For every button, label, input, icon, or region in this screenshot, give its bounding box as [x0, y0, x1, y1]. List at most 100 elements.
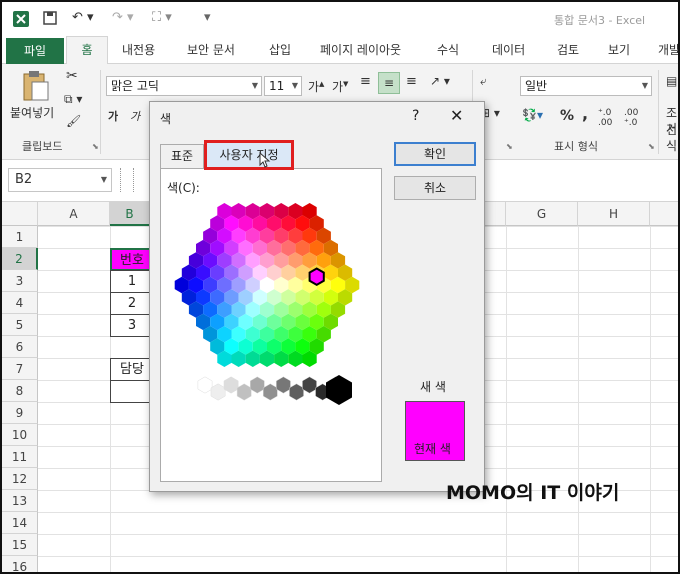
- gray-hex-cell[interactable]: [249, 376, 265, 394]
- window-title: 통합 문서3 - Excel: [554, 14, 646, 27]
- comma-button[interactable]: ,: [582, 104, 588, 123]
- row-header-12[interactable]: 12: [2, 468, 38, 490]
- increase-decimal-icon[interactable]: ⁺.0.00: [598, 108, 612, 128]
- column-header-b[interactable]: B: [110, 202, 150, 226]
- tab-custom[interactable]: 사용자 지정: [204, 140, 294, 170]
- row-header-13[interactable]: 13: [2, 490, 38, 512]
- select-all-corner[interactable]: [2, 202, 38, 226]
- close-icon[interactable]: ✕: [450, 106, 463, 125]
- column-header-a[interactable]: A: [38, 202, 110, 226]
- number-format-value: 일반: [525, 79, 548, 93]
- name-box-value: B2: [15, 172, 33, 187]
- conditional-format-icon[interactable]: ▤: [666, 74, 677, 88]
- chevron-down-icon: ▼: [641, 81, 648, 90]
- tab-home[interactable]: 홈: [66, 36, 108, 65]
- wrap-text-icon[interactable]: ⤶: [480, 74, 487, 89]
- row-header-6[interactable]: 6: [2, 336, 38, 358]
- gray-hex-cell[interactable]: [262, 383, 278, 401]
- format-painter-icon[interactable]: 🖌: [66, 114, 81, 128]
- italic-icon[interactable]: 가: [130, 108, 140, 124]
- formula-bar-splitter[interactable]: [120, 168, 134, 192]
- paste-button[interactable]: 붙여넣기: [10, 104, 54, 121]
- align-middle-icon[interactable]: ≡: [378, 72, 400, 94]
- cell-b8[interactable]: [110, 380, 154, 403]
- tab-sheet-custom[interactable]: 내전용: [122, 41, 155, 58]
- font-size-value: 11: [269, 79, 285, 93]
- row-header-8[interactable]: 8: [2, 380, 38, 402]
- redo-icon[interactable]: ↷ ▾: [112, 10, 134, 28]
- clipboard-launcher-icon[interactable]: ⬊: [92, 142, 99, 151]
- decrease-decimal-icon[interactable]: .00 ⁺.0: [624, 108, 638, 128]
- column-header-h[interactable]: H: [578, 202, 650, 226]
- save-icon[interactable]: [42, 10, 58, 28]
- row-header-5[interactable]: 5: [2, 314, 38, 336]
- gray-hex-cell[interactable]: [223, 376, 239, 394]
- cell-b2[interactable]: 번호: [110, 248, 154, 271]
- paste-icon[interactable]: [20, 70, 50, 105]
- cell-style-button[interactable]: 서식: [666, 120, 678, 154]
- tab-page-layout[interactable]: 페이지 레이아웃: [320, 41, 401, 58]
- number-launcher-icon[interactable]: ⬊: [648, 142, 655, 151]
- selected-color-hex[interactable]: [308, 267, 325, 287]
- grid-line: [506, 226, 507, 572]
- black-hex-cell[interactable]: [326, 375, 352, 405]
- column-header-g[interactable]: G: [506, 202, 578, 226]
- tab-insert[interactable]: 삽입: [269, 41, 291, 58]
- row-header-9[interactable]: 9: [2, 402, 38, 424]
- gray-hex-cell[interactable]: [197, 376, 213, 394]
- decrease-font-icon[interactable]: 가▼: [332, 78, 348, 95]
- alignment-launcher-icon[interactable]: ⬊: [506, 142, 513, 151]
- gray-hex-cell[interactable]: [302, 376, 317, 394]
- row-header-4[interactable]: 4: [2, 292, 38, 314]
- tab-developer[interactable]: 개발: [658, 41, 678, 58]
- current-color-label: 현재 색: [414, 442, 451, 456]
- orientation-icon[interactable]: ↗ ▾: [430, 74, 450, 88]
- tab-data[interactable]: 데이터: [492, 41, 525, 58]
- cell-b7[interactable]: 담당: [110, 358, 154, 381]
- gray-hex-cell[interactable]: [210, 383, 226, 401]
- font-size-select[interactable]: 11 ▼: [264, 76, 302, 96]
- number-format-select[interactable]: 일반 ▼: [520, 76, 652, 96]
- increase-font-icon[interactable]: 가▲: [308, 78, 324, 95]
- undo-icon[interactable]: ↶ ▾: [72, 10, 94, 28]
- cell-b3[interactable]: 1: [110, 270, 154, 293]
- cut-icon[interactable]: ✂: [66, 68, 78, 84]
- excel-window: ↶ ▾ ↷ ▾ ⛶ ▾ ▾ 통합 문서3 - Excel 파일 홈 내전용 보안…: [0, 0, 680, 574]
- currency-icon[interactable]: 💱▾: [522, 108, 543, 122]
- cell-b4[interactable]: 2: [110, 292, 154, 315]
- bold-icon[interactable]: 가: [108, 108, 118, 124]
- select-icon[interactable]: ⛶ ▾: [152, 10, 172, 28]
- column-header-next[interactable]: [650, 202, 678, 226]
- row-header-11[interactable]: 11: [2, 446, 38, 468]
- row-header-10[interactable]: 10: [2, 424, 38, 446]
- cell-b5[interactable]: 3: [110, 314, 154, 337]
- tab-review[interactable]: 검토: [557, 41, 579, 58]
- gray-hex-cell[interactable]: [236, 383, 252, 401]
- font-name-select[interactable]: 맑은 고딕 ▼: [106, 76, 262, 96]
- row-header-14[interactable]: 14: [2, 512, 38, 534]
- customize-quick-access-icon[interactable]: ▾: [204, 10, 211, 28]
- tab-view[interactable]: 보기: [608, 41, 630, 58]
- ok-button[interactable]: 확인: [394, 142, 476, 166]
- row-header-1[interactable]: 1: [2, 226, 38, 248]
- help-button[interactable]: ?: [412, 108, 419, 124]
- gray-hex-cell[interactable]: [289, 383, 304, 401]
- cancel-button[interactable]: 취소: [394, 176, 476, 200]
- row-header-2[interactable]: 2: [2, 248, 38, 270]
- align-top-icon[interactable]: ≡: [360, 74, 371, 89]
- tab-standard[interactable]: 표준: [160, 144, 204, 168]
- row-header-7[interactable]: 7: [2, 358, 38, 380]
- name-box[interactable]: B2 ▼: [8, 168, 112, 192]
- tab-file[interactable]: 파일: [6, 38, 64, 64]
- percent-button[interactable]: %: [560, 108, 574, 124]
- gray-hex-cell[interactable]: [276, 376, 291, 394]
- row-header-3[interactable]: 3: [2, 270, 38, 292]
- color-honeycomb[interactable]: [167, 195, 367, 425]
- tab-formulas[interactable]: 수식: [437, 41, 459, 58]
- align-bottom-icon[interactable]: ≡: [406, 74, 417, 89]
- row-header-15[interactable]: 15: [2, 534, 38, 556]
- copy-icon[interactable]: ⧉ ▾: [64, 92, 82, 107]
- row-header-16[interactable]: 16: [2, 556, 38, 572]
- color-dialog: 색 ? ✕ 색(C): 표준 사용자 지정 확인 취소 새 색 현재 색: [149, 101, 485, 492]
- tab-security[interactable]: 보안 문서: [187, 41, 235, 58]
